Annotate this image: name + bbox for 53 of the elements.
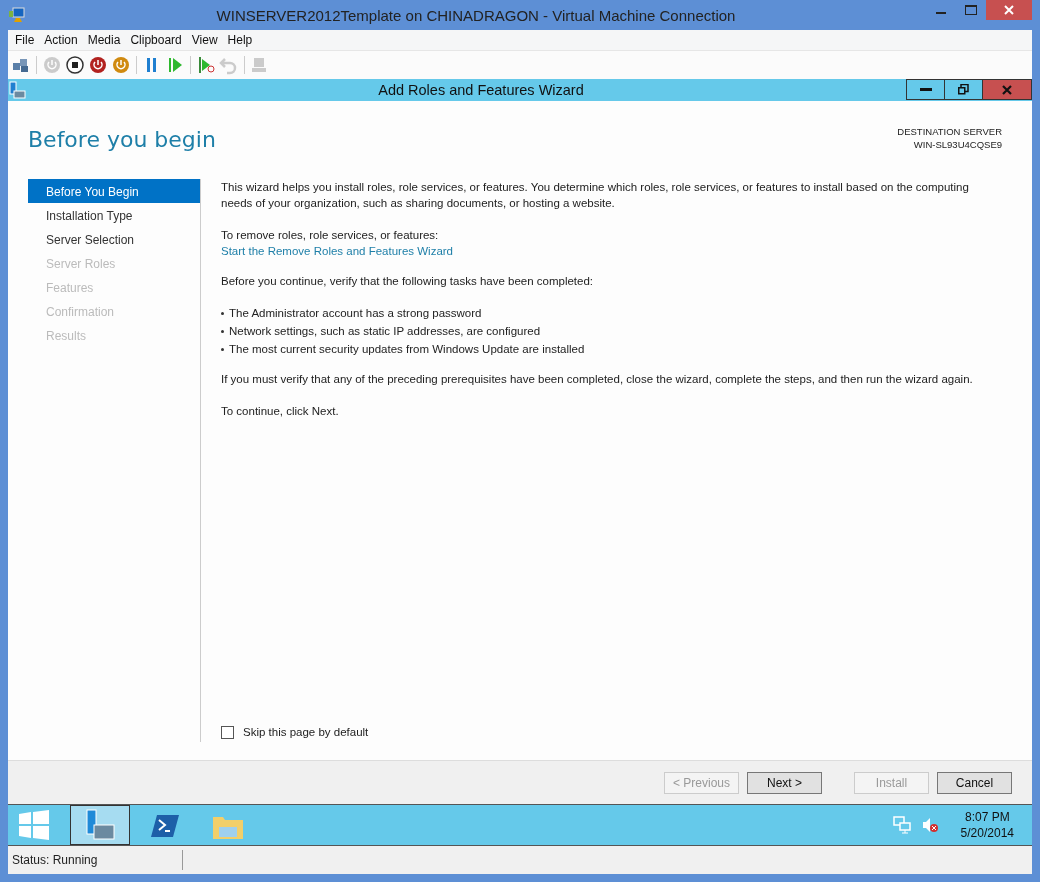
windows-logo-icon bbox=[17, 809, 51, 841]
wizard-title: Add Roles and Features Wizard bbox=[377, 82, 585, 98]
page-heading: Before you begin bbox=[28, 127, 216, 154]
minimize-icon bbox=[936, 12, 946, 14]
wizard-step[interactable]: Installation Type bbox=[28, 203, 200, 227]
intro-text: This wizard helps you install roles, role services, or features. You determine which roles, role services, or features to install based on the computing needs of your organization, such as sharing documents, or hosting a website. bbox=[221, 180, 970, 211]
menu-item[interactable]: File bbox=[10, 33, 40, 47]
server-manager-icon bbox=[83, 809, 117, 841]
continue-text: To continue, click Next. bbox=[221, 404, 340, 419]
server-name: WIN-SL93U4CQSE9 bbox=[912, 138, 1002, 151]
restore-button[interactable] bbox=[944, 79, 982, 100]
bullet-dot bbox=[221, 329, 224, 333]
menu-item[interactable]: Clipboard bbox=[125, 33, 187, 47]
remove-text: To remove roles, role services, or features: bbox=[221, 228, 440, 243]
taskbar-button[interactable] bbox=[70, 805, 130, 845]
clock-time: 8:07 PM bbox=[963, 809, 1011, 825]
clock-date: 5/20/2014 bbox=[960, 825, 1014, 841]
menu-item[interactable]: Media bbox=[82, 33, 126, 47]
bullet-text: Network settings, such as static IP addresses, are configured bbox=[229, 324, 541, 339]
wizard-button[interactable]: Cancel bbox=[937, 771, 1012, 794]
power-icon[interactable] bbox=[88, 55, 108, 75]
maximize-icon bbox=[965, 5, 977, 15]
menu-item[interactable]: View bbox=[186, 33, 223, 47]
close-icon bbox=[1004, 5, 1014, 15]
bullet-dot bbox=[221, 311, 224, 315]
remove-wizard-link[interactable]: Start the Remove Roles and Features Wizard bbox=[221, 245, 454, 257]
snapshot-icon[interactable] bbox=[196, 55, 216, 75]
close-button[interactable] bbox=[982, 79, 1032, 100]
wizard-button[interactable]: Next > bbox=[747, 771, 822, 794]
server-manager-icon bbox=[8, 81, 26, 99]
close-icon bbox=[1002, 84, 1012, 95]
bullet-text: The most current security updates from Windows Update are installed bbox=[229, 342, 585, 357]
destination-label: DESTINATION SERVER bbox=[897, 125, 1002, 138]
bullet-dot bbox=[221, 347, 224, 351]
menu-item[interactable]: Action bbox=[39, 33, 83, 47]
power-icon[interactable] bbox=[111, 55, 131, 75]
minimize-button[interactable] bbox=[906, 79, 944, 100]
window-title: WINSERVER2012Template on CHINADRAGON - Virtual Machine Connection bbox=[215, 6, 737, 24]
warning-text: If you must verify that any of the preceding prerequisites have been completed, close the wizard, complete the steps, and then run the wizard again. bbox=[221, 372, 974, 387]
stop-icon[interactable] bbox=[65, 55, 85, 75]
wizard-step[interactable]: Server Selection bbox=[28, 227, 200, 251]
checkbox-label: Skip this page by default bbox=[243, 725, 369, 740]
menu-item[interactable]: Help bbox=[222, 33, 258, 47]
speaker-muted-icon[interactable] bbox=[920, 816, 939, 834]
wizard-step[interactable]: Before You Begin bbox=[28, 179, 200, 203]
checkbox[interactable] bbox=[221, 725, 234, 739]
close-button[interactable] bbox=[986, 0, 1032, 20]
status-text: Status: Running bbox=[8, 850, 183, 870]
restore-icon bbox=[958, 84, 969, 95]
monitor-icon bbox=[8, 7, 26, 23]
bullet-text: The Administrator account has a strong password bbox=[229, 306, 482, 321]
minimize-icon bbox=[919, 87, 932, 92]
verify-text: Before you continue, verify that the following tasks have been completed: bbox=[221, 274, 595, 289]
